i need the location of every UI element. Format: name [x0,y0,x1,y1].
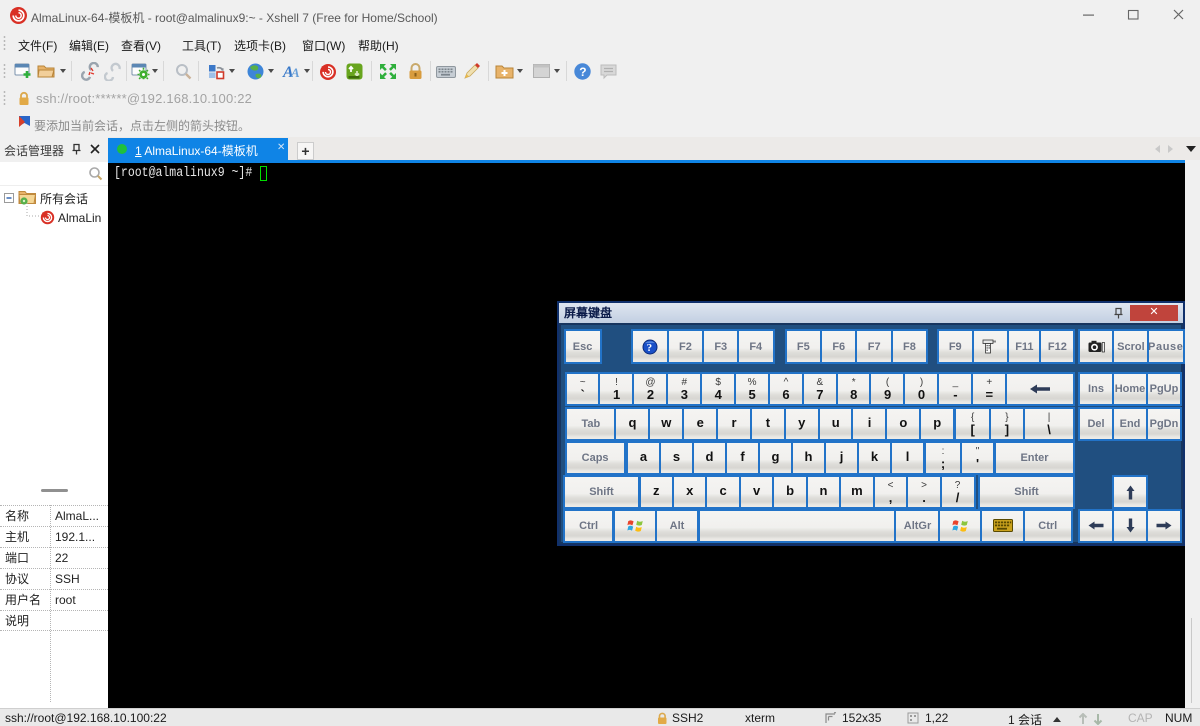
svg-text:?: ? [579,65,586,79]
svg-text:?: ? [646,342,652,354]
svg-text:A: A [290,65,300,80]
